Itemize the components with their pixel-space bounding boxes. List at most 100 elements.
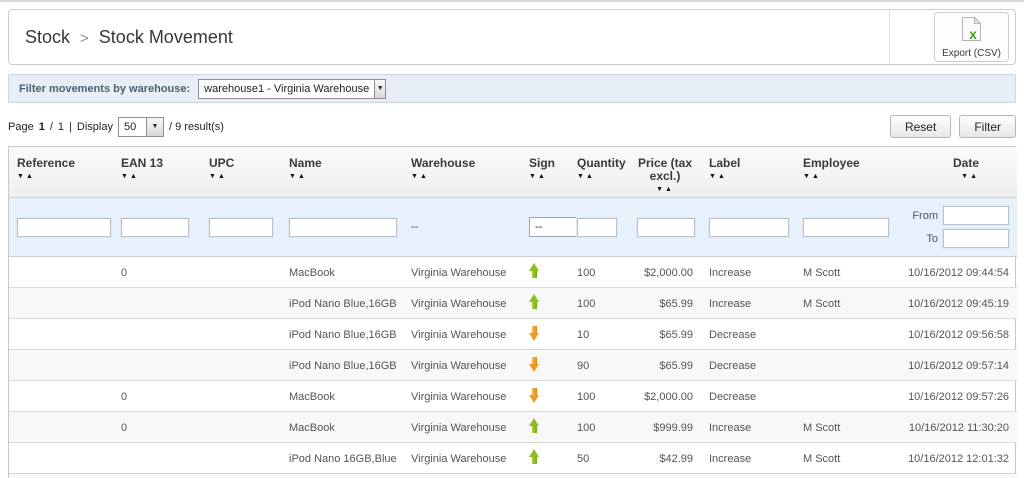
cell-ean13: 0 [113,381,201,412]
cell-date: 10/16/2012 09:57:26 [895,381,1017,412]
warehouse-filter-bar: Filter movements by warehouse: warehouse… [8,74,1016,103]
cell-upc [201,381,281,412]
filter-button[interactable]: Filter [959,115,1016,138]
cell-price: $2,000.00 [629,381,701,412]
cell-price: $999.99 [629,474,701,478]
ean13-filter-input[interactable] [121,218,189,237]
sign-down-icon [529,325,540,341]
warehouse-select[interactable]: warehouse1 - Virginia Warehouse ▼ [198,79,386,99]
cell-ean13 [113,350,201,381]
cell-name: MacBook [281,381,403,412]
cell-date: 10/16/2012 09:44:54 [895,257,1017,288]
employee-filter-input[interactable] [803,218,889,237]
cell-price: $65.99 [629,319,701,350]
cell-employee [795,381,895,412]
cell-quantity: 100 [569,288,629,319]
sort-asc-icon[interactable]: ▲ [970,173,979,180]
table-row: iPod Nano Blue,16GB Virginia Warehouse 1… [9,288,1017,319]
stock-movement-table: Reference ▼▲ EAN 13 ▼▲ UPC ▼▲ Name ▼▲ Wa… [8,146,1016,478]
cell-employee: M Scott [795,288,895,319]
pagination-total-pages: 1 [58,121,64,133]
price-filter-input[interactable] [637,218,695,237]
sort-asc-icon[interactable]: ▲ [130,173,139,180]
sort-asc-icon[interactable]: ▲ [420,173,429,180]
date-from-input[interactable] [943,206,1009,225]
sort-asc-icon[interactable]: ▲ [218,173,227,180]
sort-desc-icon[interactable]: ▼ [209,173,218,180]
sort-asc-icon[interactable]: ▲ [26,173,35,180]
table-row: iPod Nano Blue,16GB Virginia Warehouse 9… [9,350,1017,381]
name-filter-input[interactable] [289,218,397,237]
cell-sign [521,288,569,319]
page-size-value: 50 [119,118,141,136]
date-to-label: To [926,233,938,245]
cell-quantity: 100 [569,381,629,412]
cell-ean13 [113,288,201,319]
cell-quantity: 100 [569,257,629,288]
header-toolbar: x Export (CSV) [889,10,1015,64]
sort-desc-icon[interactable]: ▼ [529,173,538,180]
cell-employee: M Scott [795,257,895,288]
sort-desc-icon[interactable]: ▼ [803,173,812,180]
sort-desc-icon[interactable]: ▼ [289,173,298,180]
cell-name: iPod Nano 16GB,Blue [281,443,403,474]
cell-warehouse: Virginia Warehouse [403,257,521,288]
breadcrumb-stock[interactable]: Stock [25,27,70,48]
cell-ean13 [113,443,201,474]
sort-desc-icon[interactable]: ▼ [17,173,26,180]
sort-asc-icon[interactable]: ▲ [718,173,727,180]
cell-date: 10/16/2012 12:13:46 [895,474,1017,478]
cell-warehouse: Virginia Warehouse [403,474,521,478]
sort-desc-icon[interactable]: ▼ [121,173,130,180]
quantity-filter-input[interactable] [577,218,617,237]
cell-quantity: 10 [569,319,629,350]
reset-button[interactable]: Reset [890,115,951,138]
date-to-input[interactable] [943,229,1009,248]
filter-cell-quantity [569,198,629,257]
column-header-employee: Employee ▼▲ [795,147,895,198]
sort-desc-icon[interactable]: ▼ [709,173,718,180]
cell-warehouse: Virginia Warehouse [403,443,521,474]
reference-filter-input[interactable] [17,218,111,237]
table-filter-row: -- -- ▼ From To [9,198,1017,257]
cell-quantity: 100 [569,412,629,443]
filter-cell-ean13 [113,198,201,257]
cell-upc [201,319,281,350]
sort-desc-icon[interactable]: ▼ [961,173,970,180]
list-toolbar: Page 1 / 1 | Display 50 ▼ / 9 result(s) … [8,115,1016,138]
cell-label: Increase [701,257,795,288]
sort-desc-icon[interactable]: ▼ [411,173,420,180]
sort-asc-icon[interactable]: ▲ [298,173,307,180]
cell-sign [521,381,569,412]
sort-asc-icon[interactable]: ▲ [586,173,595,180]
sort-asc-icon[interactable]: ▲ [665,186,674,193]
cell-name: MacBook [281,412,403,443]
sort-asc-icon[interactable]: ▲ [538,173,547,180]
cell-ean13 [113,319,201,350]
column-header-price: Price (tax excl.) ▼▲ [629,147,701,198]
cell-warehouse: Virginia Warehouse [403,288,521,319]
table-row: 0 MacBook Virginia Warehouse 25 $999.99 … [9,474,1017,478]
export-csv-button[interactable]: x Export (CSV) [934,12,1009,62]
filter-cell-employee [795,198,895,257]
label-filter-input[interactable] [709,218,789,237]
sign-up-icon [529,418,540,434]
cell-date: 10/16/2012 09:56:58 [895,319,1017,350]
sort-asc-icon[interactable]: ▲ [812,173,821,180]
sort-desc-icon[interactable]: ▼ [577,173,586,180]
column-header-upc: UPC ▼▲ [201,147,281,198]
cell-date: 10/16/2012 09:45:19 [895,288,1017,319]
page-size-select[interactable]: 50 ▼ [118,117,164,137]
upc-filter-input[interactable] [209,218,273,237]
svg-text:x: x [969,26,977,42]
cell-name: iPod Nano Blue,16GB [281,319,403,350]
sort-desc-icon[interactable]: ▼ [656,186,665,193]
pagination-display-word: Display [77,121,113,133]
sign-up-icon [529,449,540,465]
toolbar-buttons: Reset Filter [890,115,1016,138]
chevron-down-icon: ▼ [374,80,385,98]
column-header-reference: Reference ▼▲ [9,147,113,198]
pagination-slash: / [50,121,53,133]
cell-price: $42.99 [629,443,701,474]
export-csv-label: Export (CSV) [942,48,1001,59]
